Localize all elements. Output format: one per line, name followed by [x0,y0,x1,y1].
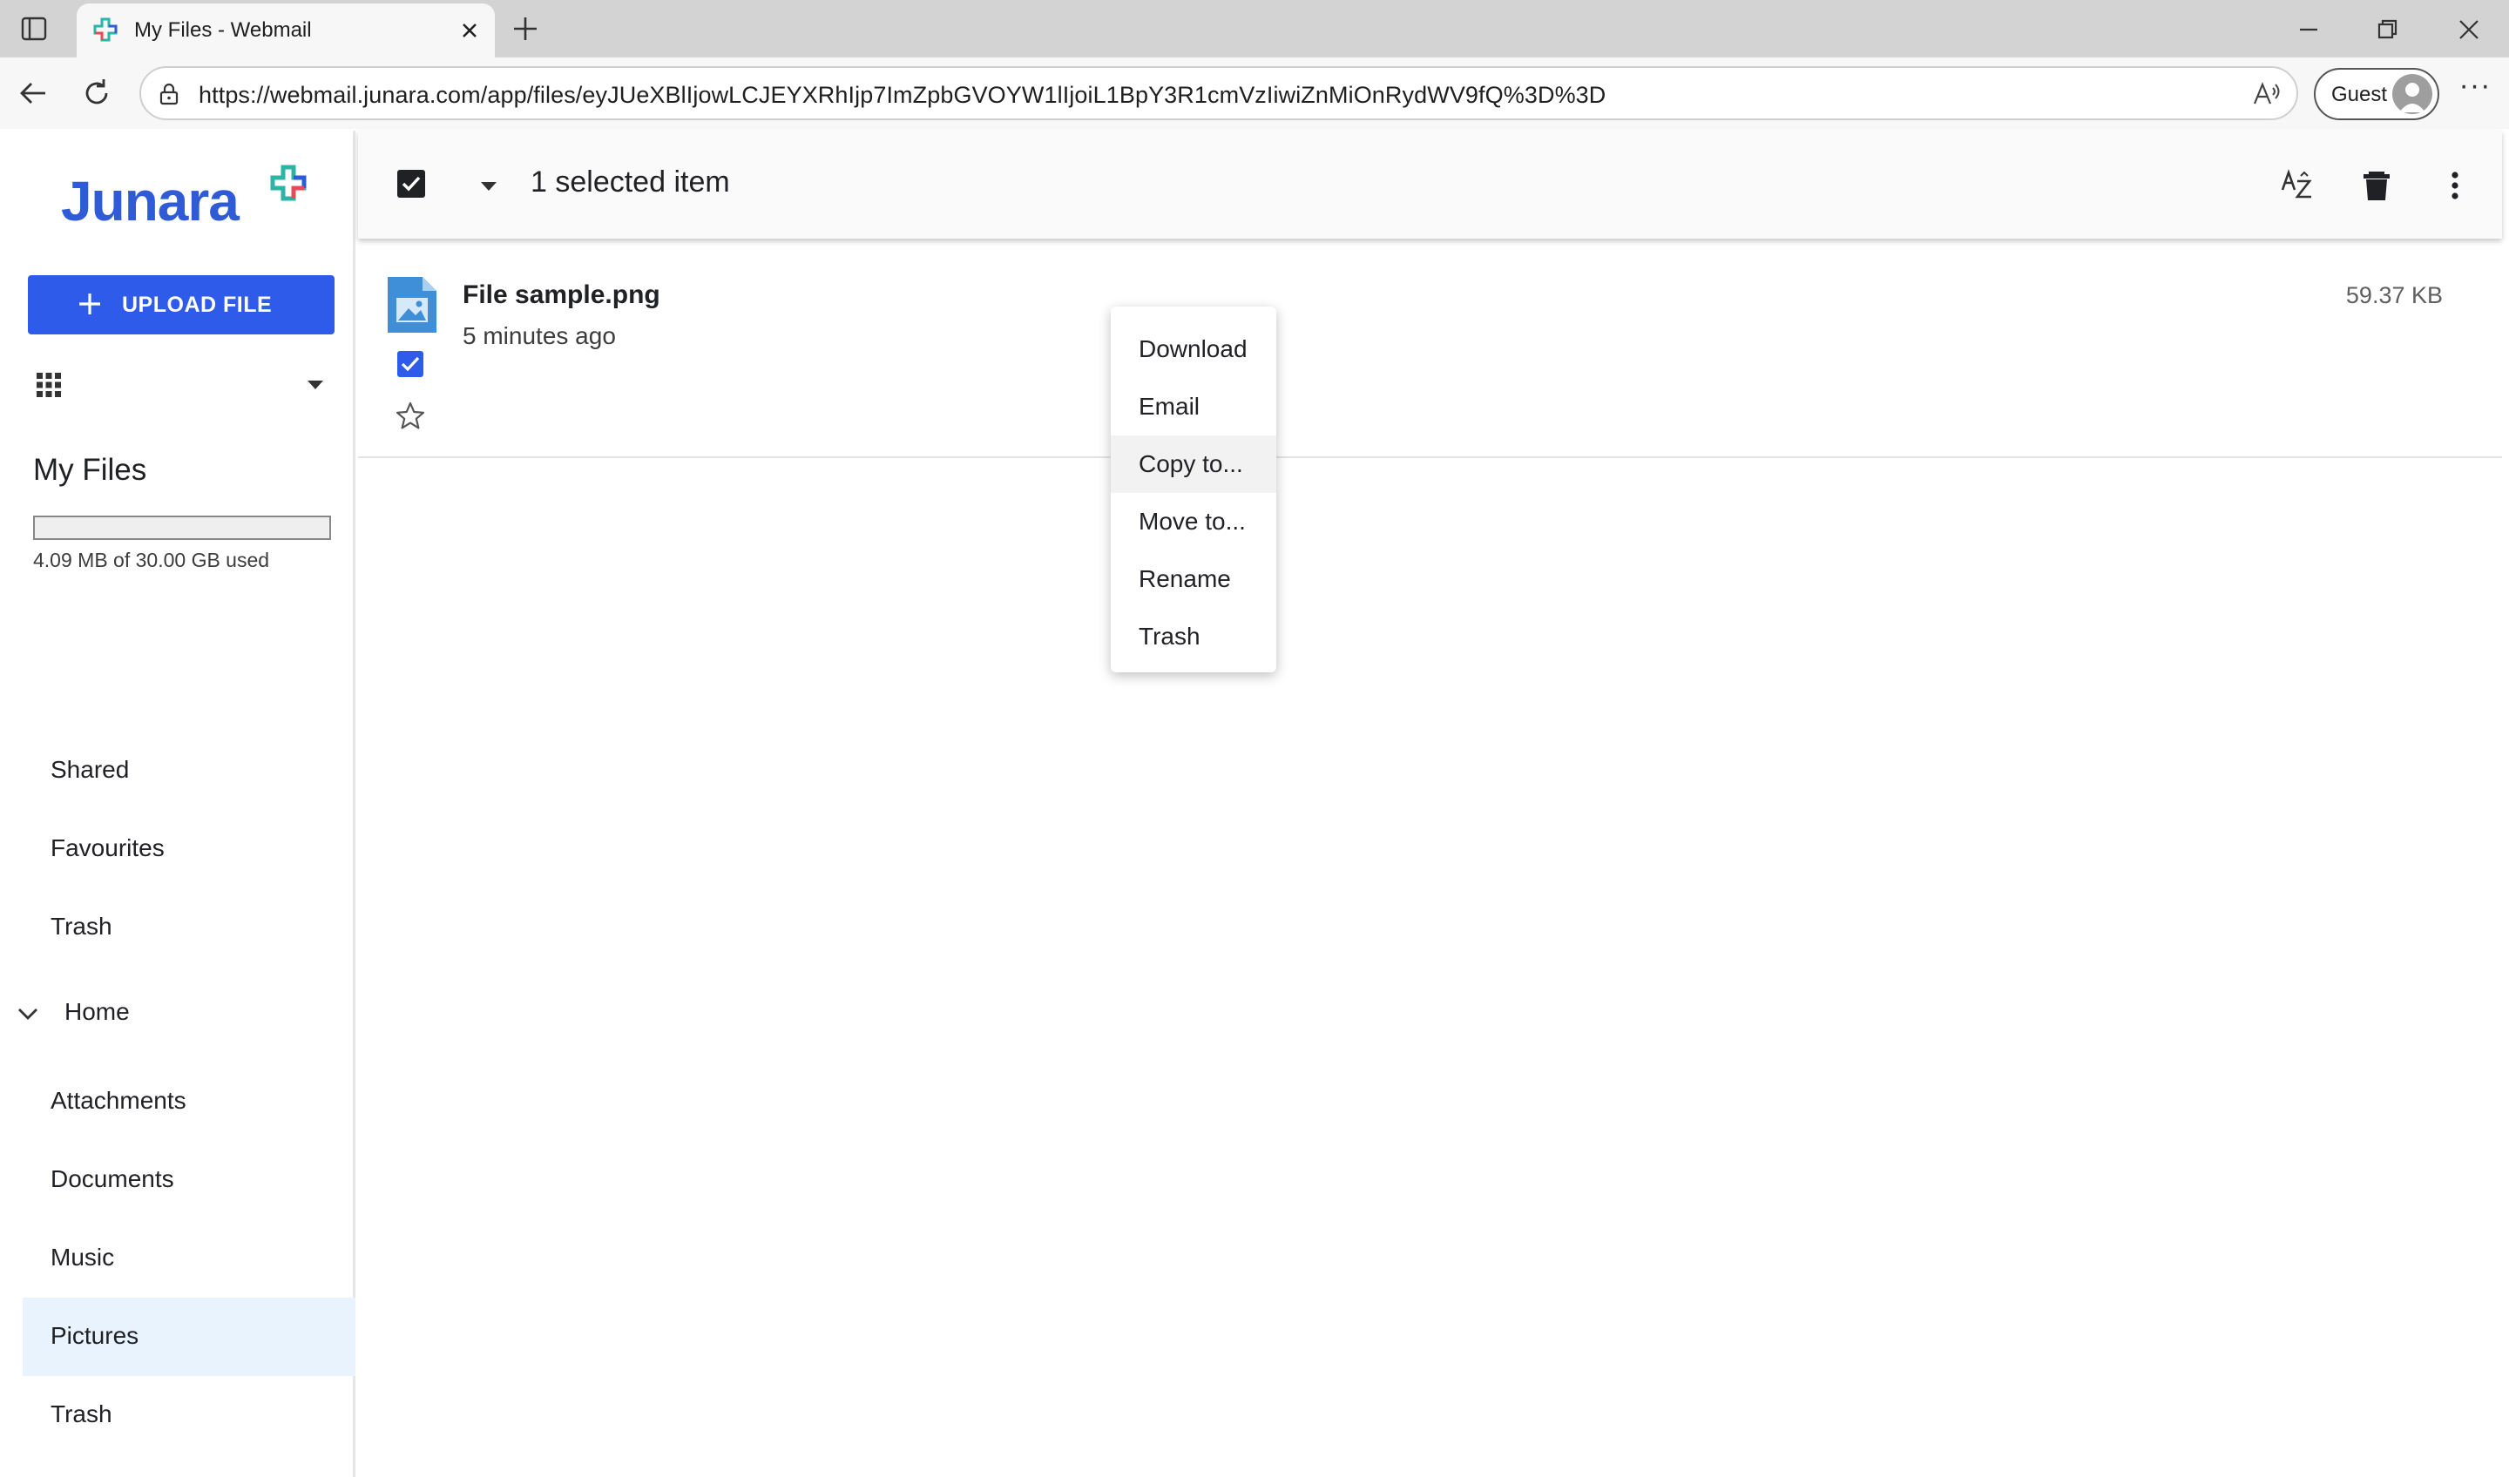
storage-quota-text: 4.09 MB of 30.00 GB used [33,549,270,571]
menu-item-move-to[interactable]: Move to... [1111,493,1276,550]
browser-toolbar: https://webmail.junara.com/app/files/eyJ… [0,57,2509,129]
sidebar-item-label: Music [51,1244,115,1271]
guest-avatar-icon [2392,74,2432,114]
sidebar-item-label: Trash [51,1400,112,1427]
url-text[interactable]: https://webmail.junara.com/app/files/eyJ… [199,82,1606,109]
upload-file-label: UPLOAD FILE [122,293,273,317]
minimize-icon[interactable] [2291,12,2326,47]
file-size: 59.37 KB [2345,282,2443,308]
browser-tabstrip: My Files - Webmail [0,0,2509,57]
delete-trash-icon[interactable] [2358,167,2395,204]
file-context-menu: Download Email Copy to... Move to... Ren… [1111,307,1276,672]
apps-grid-icon[interactable] [35,371,63,399]
selection-toolbar: 1 selected item [358,131,2502,239]
address-bar[interactable]: https://webmail.junara.com/app/files/eyJ… [139,66,2298,120]
my-files-title: My Files [33,453,147,487]
plus-icon [79,293,100,314]
storage-quota-bar [33,516,331,540]
menu-item-email[interactable]: Email [1111,378,1276,435]
image-file-icon [388,277,436,333]
read-aloud-icon[interactable] [2251,79,2282,109]
profile-label: Guest [2331,83,2388,106]
close-tab-icon[interactable] [456,17,483,44]
sidebar-item-attachments[interactable]: Attachments [23,1062,355,1141]
menu-item-copy-to[interactable]: Copy to... [1111,435,1276,493]
junara-favicon-icon [93,17,118,42]
sidebar-item-home[interactable]: Home [7,984,355,1045]
file-checkbox[interactable] [396,350,424,378]
sidebar-item-shared[interactable]: Shared [23,732,355,810]
sidebar-item-favourites[interactable]: Favourites [23,810,355,888]
profile-button[interactable]: Guest [2314,68,2439,120]
tab-sidebar-icon[interactable] [19,14,49,44]
select-all-checkbox[interactable] [396,169,426,199]
logo-cross-icon [270,165,307,201]
reload-icon[interactable] [78,75,115,111]
file-row[interactable]: File sample.png 5 minutes ago 59.37 KB [358,261,2502,458]
selection-dropdown-caret-icon[interactable] [478,179,499,193]
sidebar: Junara UPLOAD FILE My Files 4.09 MB of 3… [7,131,355,1477]
close-window-icon[interactable] [2452,12,2486,47]
home-label: Home [64,998,130,1025]
sidebar-item-pictures[interactable]: Pictures [23,1298,355,1376]
menu-item-rename[interactable]: Rename [1111,550,1276,608]
upload-file-button[interactable]: UPLOAD FILE [28,275,335,334]
sidebar-item-trash[interactable]: Trash [23,888,355,967]
file-list-panel: 1 selected item File sample.png 5 minute… [358,131,2502,1477]
sort-az-icon[interactable] [2280,167,2316,204]
star-favourite-icon[interactable] [395,401,426,432]
file-name[interactable]: File sample.png [463,280,660,310]
chevron-down-icon[interactable] [16,1003,40,1024]
apps-dropdown-caret-icon[interactable] [305,376,326,394]
sidebar-item-home-trash[interactable]: Trash [23,1376,355,1454]
new-tab-icon[interactable] [509,12,542,45]
menu-item-trash[interactable]: Trash [1111,608,1276,665]
sidebar-item-documents[interactable]: Documents [23,1141,355,1219]
sidebar-item-label: Attachments [51,1087,186,1114]
tab-title: My Files - Webmail [134,18,312,42]
sidebar-item-music[interactable]: Music [23,1219,355,1298]
browser-tab[interactable]: My Files - Webmail [77,3,495,57]
lock-icon[interactable] [157,82,181,106]
sidebar-item-label: Pictures [51,1322,139,1349]
logo-text: Junara [61,170,240,233]
sidebar-item-label: Documents [51,1165,174,1192]
file-modified: 5 minutes ago [463,322,616,349]
back-arrow-icon[interactable] [16,75,52,111]
selected-count: 1 selected item [531,165,730,199]
restore-icon[interactable] [2370,12,2404,47]
webmail-app: Junara UPLOAD FILE My Files 4.09 MB of 3… [7,131,2502,1477]
menu-item-download[interactable]: Download [1111,320,1276,378]
sidebar-item-label: Shared [51,756,130,783]
sidebar-item-label: Trash [51,913,112,940]
more-vertical-icon[interactable] [2437,167,2473,204]
browser-menu-icon[interactable]: ··· [2457,71,2493,111]
sidebar-item-label: Favourites [51,834,165,861]
junara-logo[interactable]: Junara [61,165,307,233]
